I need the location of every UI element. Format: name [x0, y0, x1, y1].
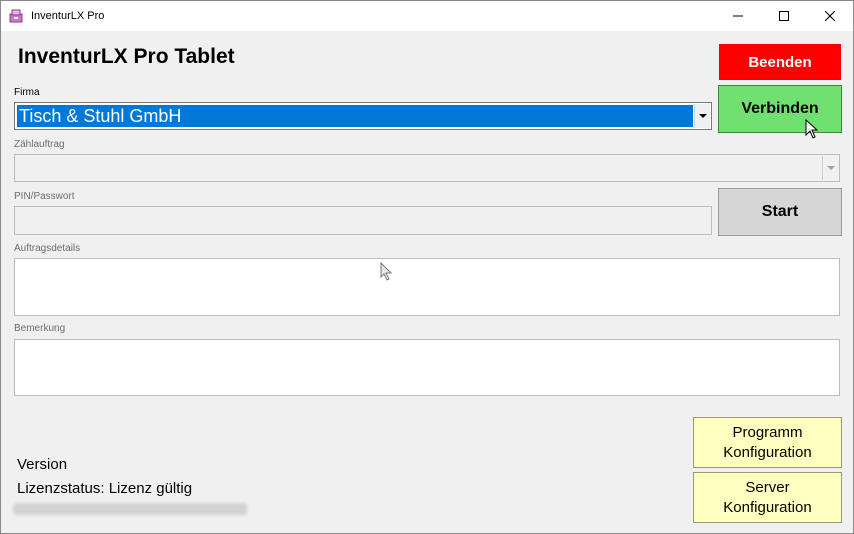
- firma-dropdown-button[interactable]: [694, 104, 710, 128]
- programm-konfig-line1: Programm: [732, 423, 803, 441]
- inventory-app-icon: [9, 9, 23, 23]
- firma-label: Firma: [14, 87, 40, 98]
- firma-select[interactable]: Tisch & Stuhl GmbH: [14, 102, 712, 130]
- firma-selected-value: Tisch & Stuhl GmbH: [17, 105, 693, 127]
- close-button[interactable]: [807, 1, 853, 31]
- app-title: InventurLX Pro Tablet: [18, 45, 235, 68]
- zaehlauftrag-dropdown-button[interactable]: [822, 156, 838, 180]
- mouse-cursor-icon: [805, 119, 819, 139]
- chevron-down-icon: [698, 113, 707, 118]
- beenden-button[interactable]: Beenden: [719, 44, 841, 80]
- zaehlauftrag-label: Zählauftrag: [14, 139, 65, 150]
- pin-input[interactable]: [14, 206, 712, 235]
- zaehlauftrag-select[interactable]: [14, 154, 840, 182]
- server-konfig-line2: Konfiguration: [723, 498, 812, 516]
- maximize-button[interactable]: [761, 1, 807, 31]
- server-konfig-line1: Server: [745, 478, 790, 496]
- programm-konfiguration-button[interactable]: Programm Konfiguration: [693, 417, 842, 468]
- verbinden-button[interactable]: Verbinden: [718, 85, 842, 133]
- app-window: InventurLX Pro InventurLX Pro Tablet Bee…: [0, 0, 854, 534]
- minimize-icon: [733, 15, 743, 17]
- auftragsdetails-textarea[interactable]: [14, 258, 840, 316]
- start-button[interactable]: Start: [718, 188, 842, 236]
- version-text: Version: [17, 456, 68, 473]
- server-konfiguration-button[interactable]: Server Konfiguration: [693, 472, 842, 523]
- window-title: InventurLX Pro: [31, 10, 105, 22]
- close-icon: [825, 11, 835, 21]
- title-bar: InventurLX Pro: [1, 1, 853, 31]
- chevron-down-icon: [826, 165, 835, 170]
- bemerkung-label: Bemerkung: [14, 323, 66, 334]
- mouse-cursor-icon: [380, 262, 393, 281]
- redacted-serial: [13, 503, 247, 515]
- pin-label: PIN/Passwort: [14, 191, 75, 202]
- maximize-icon: [779, 11, 789, 21]
- license-status-text: Lizenzstatus: Lizenz gültig: [17, 480, 193, 497]
- programm-konfig-line2: Konfiguration: [723, 443, 812, 461]
- minimize-button[interactable]: [715, 1, 761, 31]
- verbinden-label: Verbinden: [741, 100, 819, 117]
- bemerkung-textarea[interactable]: [14, 339, 840, 396]
- auftragsdetails-label: Auftragsdetails: [14, 243, 81, 254]
